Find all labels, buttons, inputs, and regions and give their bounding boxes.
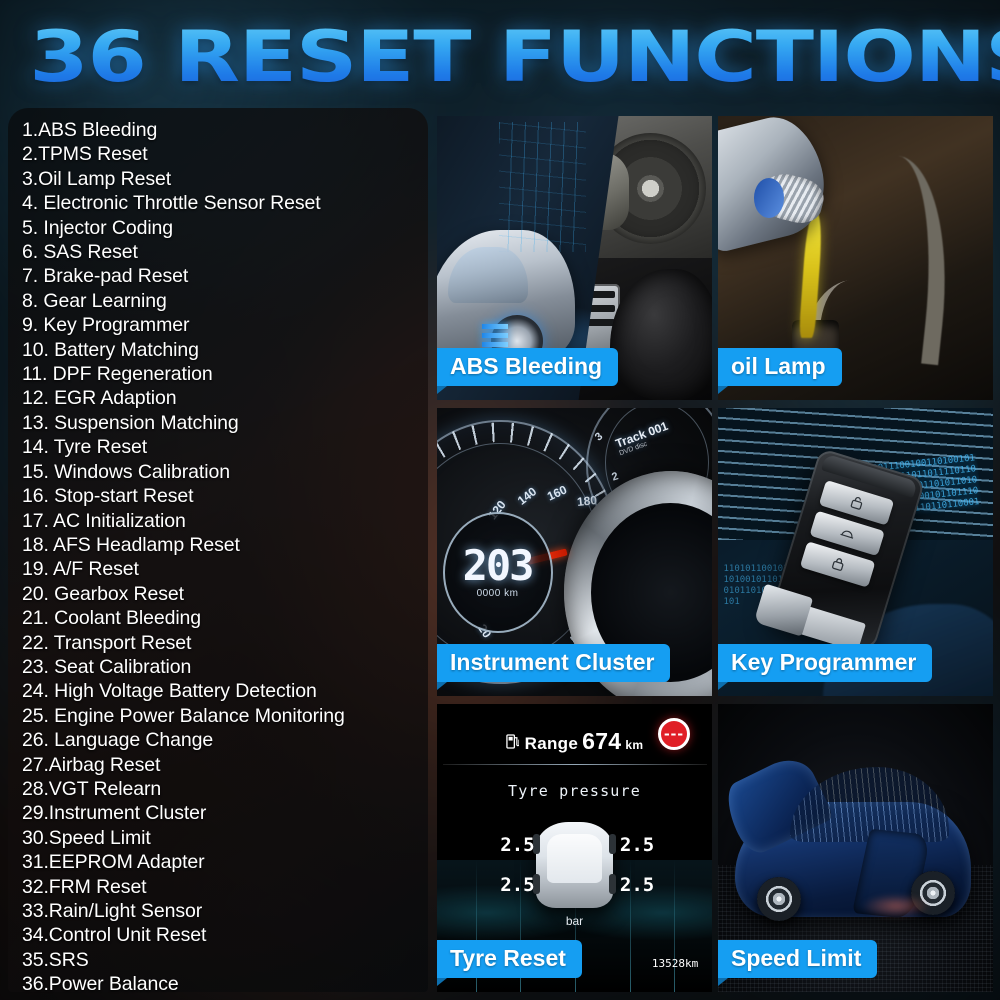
list-item: 24. High Voltage Battery Detection	[22, 680, 317, 703]
digital-speed-readout: 203 0000 km	[442, 511, 553, 633]
panel-badge-instrument-cluster: Instrument Cluster	[437, 644, 671, 690]
panel-oil-lamp: oil Lamp	[718, 116, 993, 400]
list-item: 22. Transport Reset	[22, 631, 192, 654]
panel-badge-oil-lamp: oil Lamp	[718, 348, 842, 394]
odometer-number: 13528	[651, 956, 685, 970]
feature-image-grid: ABS Bleeding oil Lamp 120 140 160 180 20…	[437, 116, 993, 992]
list-item: 13. Suspension Matching	[22, 411, 239, 434]
panel-badge-tyre-reset: Tyre Reset	[437, 940, 582, 986]
list-item: 15. Windows Calibration	[22, 460, 230, 483]
list-item: 1.ABS Bleeding	[22, 119, 158, 141]
pressure-rear-left: 2.5	[500, 873, 535, 896]
list-item: 11. DPF Regeneration	[22, 363, 213, 386]
shoe-icon	[610, 269, 712, 400]
list-item: 28.VGT Relearn	[22, 777, 162, 800]
list-item: 6. SAS Reset	[22, 241, 138, 264]
list-item: 34.Control Unit Reset	[22, 924, 207, 947]
tyre-front-right-marker	[608, 833, 616, 854]
list-item: 20. Gearbox Reset	[22, 582, 184, 605]
divider-line	[442, 764, 707, 766]
list-item: 19. A/F Reset	[22, 558, 139, 581]
list-item: 27.Airbag Reset	[22, 753, 161, 776]
range-readout: Range 674 km	[505, 727, 644, 755]
odometer-readout: 13528km	[652, 950, 698, 972]
list-item: 23. Seat Calibration	[22, 655, 192, 678]
list-item: 31.EEPROM Adapter	[22, 851, 205, 874]
list-item: 35.SRS	[22, 948, 89, 971]
list-item: 25. Engine Power Balance Monitoring	[22, 704, 345, 727]
list-item: 4. Electronic Throttle Sensor Reset	[22, 192, 321, 215]
functions-list: 1.ABS Bleeding 2.TPMS Reset 3.Oil Lamp R…	[22, 118, 428, 997]
underglow-light	[861, 894, 931, 919]
tyre-rear-right-marker	[608, 873, 616, 894]
range-value: 674	[582, 727, 622, 754]
oil-bottle-cap-ring	[753, 178, 784, 219]
list-item: 30.Speed Limit	[22, 826, 151, 849]
list-item: 2.TPMS Reset	[22, 143, 148, 166]
panel-badge-key-programmer: Key Programmer	[718, 644, 933, 690]
panel-badge-speed-limit: Speed Limit	[718, 940, 878, 986]
list-item: 26. Language Change	[22, 729, 214, 752]
list-item: 5. Injector Coding	[22, 216, 174, 239]
list-item: 12. EGR Adaption	[22, 387, 177, 410]
list-item: 21. Coolant Bleeding	[22, 607, 202, 630]
odometer-unit: km	[685, 956, 699, 970]
range-unit: km	[625, 737, 644, 752]
list-item: 7. Brake-pad Reset	[22, 265, 189, 288]
odometer-value: 0000 km	[476, 587, 519, 599]
list-item: 8. Gear Learning	[22, 289, 167, 312]
list-item: 32.FRM Reset	[22, 875, 147, 898]
page-title: 36 RESET FUNCTIONS	[0, 20, 1000, 94]
list-item: 33.Rain/Light Sensor	[22, 900, 203, 922]
pressure-front-right: 2.5	[619, 833, 655, 856]
list-item: 9. Key Programmer	[22, 314, 190, 337]
pressure-front-left: 2.5	[500, 833, 535, 856]
pressure-rear-right: 2.5	[619, 873, 655, 896]
list-item: 29.Instrument Cluster	[22, 802, 207, 825]
list-item: 16. Stop-start Reset	[22, 485, 194, 508]
panel-speed-limit: Speed Limit	[718, 704, 993, 992]
panel-instrument-cluster: 120 140 160 180 200 220 20 3 2 Track 001…	[437, 408, 712, 696]
functions-list-panel: 1.ABS Bleeding 2.TPMS Reset 3.Oil Lamp R…	[8, 108, 428, 995]
list-item: 18. AFS Headlamp Reset	[22, 533, 240, 556]
blue-grid-overlay	[498, 121, 586, 253]
speed-value: 203	[462, 540, 535, 590]
list-item: 17. AC Initialization	[22, 509, 186, 532]
list-item: 3.Oil Lamp Reset	[22, 167, 172, 190]
list-item: 10. Battery Matching	[22, 338, 199, 361]
car-front-wheel	[756, 876, 801, 921]
list-item: 36.Power Balance	[22, 973, 179, 996]
panel-abs-bleeding: ABS Bleeding	[437, 116, 712, 400]
car-topdown-graphic	[536, 822, 613, 909]
range-label: Range	[524, 733, 579, 753]
fuel-pump-icon	[505, 734, 519, 750]
list-item: 14. Tyre Reset	[22, 436, 148, 459]
panel-key-programmer: 0110100101110010011010010110111001100111…	[718, 408, 993, 696]
panel-badge-abs-bleeding: ABS Bleeding	[437, 348, 619, 394]
tyre-pressure-title: Tyre pressure	[508, 781, 641, 800]
page-title-container: 36 RESET FUNCTIONS	[0, 20, 1000, 98]
panel-tyre-reset: Range 674 km --- Tyre pressure 2.5 2.5 2…	[437, 704, 712, 992]
pressure-unit-label: bar	[565, 914, 584, 929]
